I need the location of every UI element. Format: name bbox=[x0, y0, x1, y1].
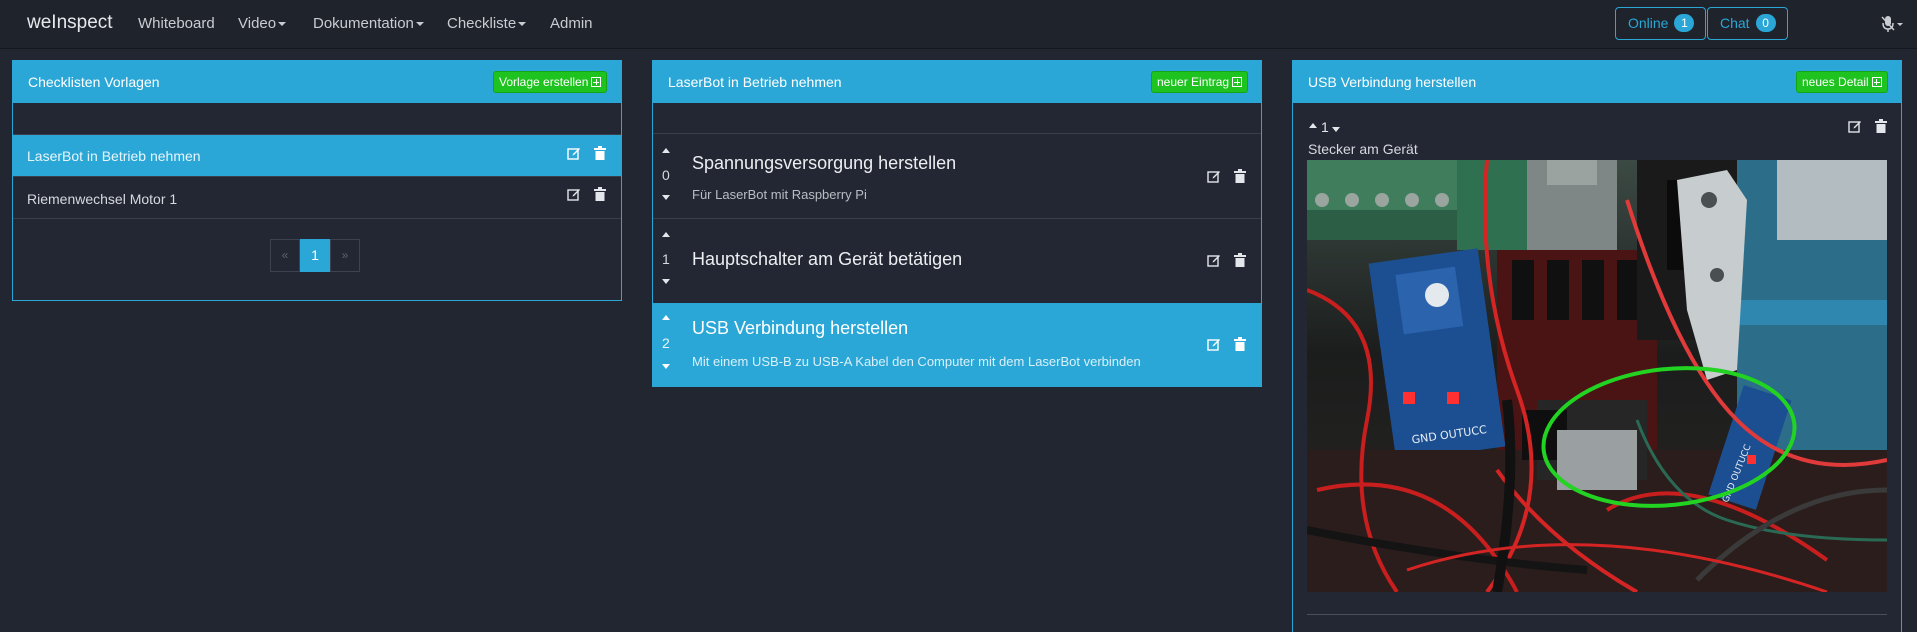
entry-index: 1 bbox=[662, 251, 670, 267]
entry-title: Spannungsversorgung herstellen bbox=[692, 153, 957, 173]
user-menu[interactable] bbox=[1880, 14, 1904, 39]
nav-admin[interactable]: Admin bbox=[550, 15, 593, 32]
edit-icon[interactable] bbox=[567, 146, 581, 160]
entry-row[interactable]: 1 Hauptschalter am Gerät betätigen bbox=[653, 219, 1261, 303]
nav-admin-label: Admin bbox=[550, 15, 593, 32]
edit-icon[interactable] bbox=[1207, 169, 1221, 183]
entries-panel: LaserBot in Betrieb nehmen neuer Eintrag… bbox=[652, 60, 1262, 387]
template-item-label: LaserBot in Betrieb nehmen bbox=[27, 148, 201, 164]
chat-label: Chat bbox=[1720, 15, 1750, 31]
templates-panel-header: Checklisten Vorlagen Vorlage erstellen bbox=[13, 61, 621, 103]
edit-icon[interactable] bbox=[1207, 337, 1221, 351]
move-up-icon[interactable] bbox=[662, 232, 670, 237]
trash-icon[interactable] bbox=[1234, 337, 1246, 351]
chat-count-badge: 0 bbox=[1755, 14, 1776, 32]
new-entry-label: neuer Eintrag bbox=[1157, 75, 1230, 89]
nav-dokumentation-label: Dokumentation bbox=[313, 15, 414, 32]
circuit-board-photo: GND OUTUCC GND OUTUCC bbox=[1307, 160, 1887, 592]
pagination-page[interactable]: 1 bbox=[300, 239, 330, 272]
move-up-icon[interactable] bbox=[1309, 123, 1317, 128]
edit-icon[interactable] bbox=[567, 187, 581, 201]
pagination-next[interactable]: » bbox=[330, 239, 360, 272]
chat-button[interactable]: Chat 0 bbox=[1707, 7, 1788, 40]
entries-panel-header: LaserBot in Betrieb nehmen neuer Eintrag bbox=[653, 61, 1261, 103]
nav-checkliste-label: Checkliste bbox=[447, 15, 517, 32]
detail-actions bbox=[1848, 119, 1887, 133]
edit-icon[interactable] bbox=[1207, 253, 1221, 267]
nav-video[interactable]: Video bbox=[238, 15, 287, 32]
details-panel-title: USB Verbindung herstellen bbox=[1308, 74, 1477, 90]
move-up-icon[interactable] bbox=[662, 315, 670, 320]
caret-down-icon bbox=[518, 22, 527, 27]
entry-actions bbox=[1207, 337, 1246, 351]
online-button[interactable]: Online 1 bbox=[1615, 7, 1707, 40]
detail-index: 1 bbox=[1321, 119, 1329, 135]
trash-icon[interactable] bbox=[1875, 119, 1887, 133]
trash-icon[interactable] bbox=[594, 187, 606, 201]
move-down-icon[interactable] bbox=[662, 195, 670, 200]
nav-video-label: Video bbox=[238, 15, 277, 32]
online-count-badge: 1 bbox=[1674, 14, 1695, 32]
template-item-riemenwechsel[interactable]: Riemenwechsel Motor 1 bbox=[13, 177, 621, 219]
edit-icon[interactable] bbox=[1848, 119, 1862, 133]
templates-panel: Checklisten Vorlagen Vorlage erstellen L… bbox=[12, 60, 622, 301]
create-template-label: Vorlage erstellen bbox=[499, 75, 589, 89]
move-up-icon[interactable] bbox=[662, 148, 670, 153]
new-detail-button[interactable]: neues Detail bbox=[1796, 71, 1888, 93]
entry-index: 2 bbox=[662, 335, 670, 351]
divider bbox=[1307, 614, 1887, 615]
entry-title: Hauptschalter am Gerät betätigen bbox=[692, 249, 963, 269]
entry-actions bbox=[1207, 253, 1246, 267]
online-label: Online bbox=[1628, 15, 1669, 31]
template-item-actions bbox=[567, 187, 606, 201]
entry-subtitle: Mit einem USB-B zu USB-A Kabel den Compu… bbox=[692, 354, 1141, 369]
nav-dokumentation[interactable]: Dokumentation bbox=[313, 15, 424, 32]
nav-whiteboard[interactable]: Whiteboard bbox=[138, 15, 215, 32]
new-detail-label: neues Detail bbox=[1802, 75, 1869, 89]
caret-down-icon bbox=[415, 22, 424, 27]
entry-title: USB Verbindung herstellen bbox=[692, 318, 909, 338]
entry-index: 0 bbox=[662, 167, 670, 183]
divider bbox=[13, 218, 621, 219]
nav-checkliste[interactable]: Checkliste bbox=[447, 15, 527, 32]
detail-caption: Stecker am Gerät bbox=[1308, 141, 1418, 157]
entry-row[interactable]: 0 Spannungsversorgung herstellen Für Las… bbox=[653, 134, 1261, 218]
trash-icon[interactable] bbox=[1234, 169, 1246, 183]
move-down-icon[interactable] bbox=[662, 364, 670, 369]
new-entry-button[interactable]: neuer Eintrag bbox=[1151, 71, 1249, 93]
entries-panel-title: LaserBot in Betrieb nehmen bbox=[668, 74, 842, 90]
entry-actions bbox=[1207, 169, 1246, 183]
details-panel-header: USB Verbindung herstellen neues Detail bbox=[1293, 61, 1901, 103]
detail-photo: GND OUTUCC GND OUTUCC bbox=[1307, 160, 1887, 592]
move-down-icon[interactable] bbox=[662, 279, 670, 284]
nav-whiteboard-label: Whiteboard bbox=[138, 15, 215, 32]
templates-panel-title: Checklisten Vorlagen bbox=[28, 74, 160, 90]
plus-square-icon bbox=[591, 77, 602, 87]
entry-subtitle: Für LaserBot mit Raspberry Pi bbox=[692, 187, 867, 202]
plus-square-icon bbox=[1871, 77, 1882, 87]
caret-down-icon bbox=[278, 22, 287, 27]
template-item-label: Riemenwechsel Motor 1 bbox=[27, 191, 178, 207]
brand-logo[interactable]: weInspect bbox=[27, 12, 113, 34]
plus-square-icon bbox=[1232, 77, 1243, 87]
trash-icon[interactable] bbox=[594, 146, 606, 160]
microphone-off-icon bbox=[1881, 16, 1903, 32]
trash-icon[interactable] bbox=[1234, 253, 1246, 267]
pagination-prev[interactable]: « bbox=[270, 239, 300, 272]
create-template-button[interactable]: Vorlage erstellen bbox=[493, 71, 608, 93]
template-item-laserbot[interactable]: LaserBot in Betrieb nehmen bbox=[13, 135, 621, 176]
pagination: « 1 » bbox=[270, 239, 360, 272]
navbar: weInspect Whiteboard Video Dokumentation… bbox=[0, 0, 1917, 49]
template-item-actions bbox=[567, 146, 606, 160]
entry-row-selected[interactable]: 2 USB Verbindung herstellen Mit einem US… bbox=[653, 303, 1261, 386]
move-down-icon[interactable] bbox=[1332, 127, 1340, 132]
